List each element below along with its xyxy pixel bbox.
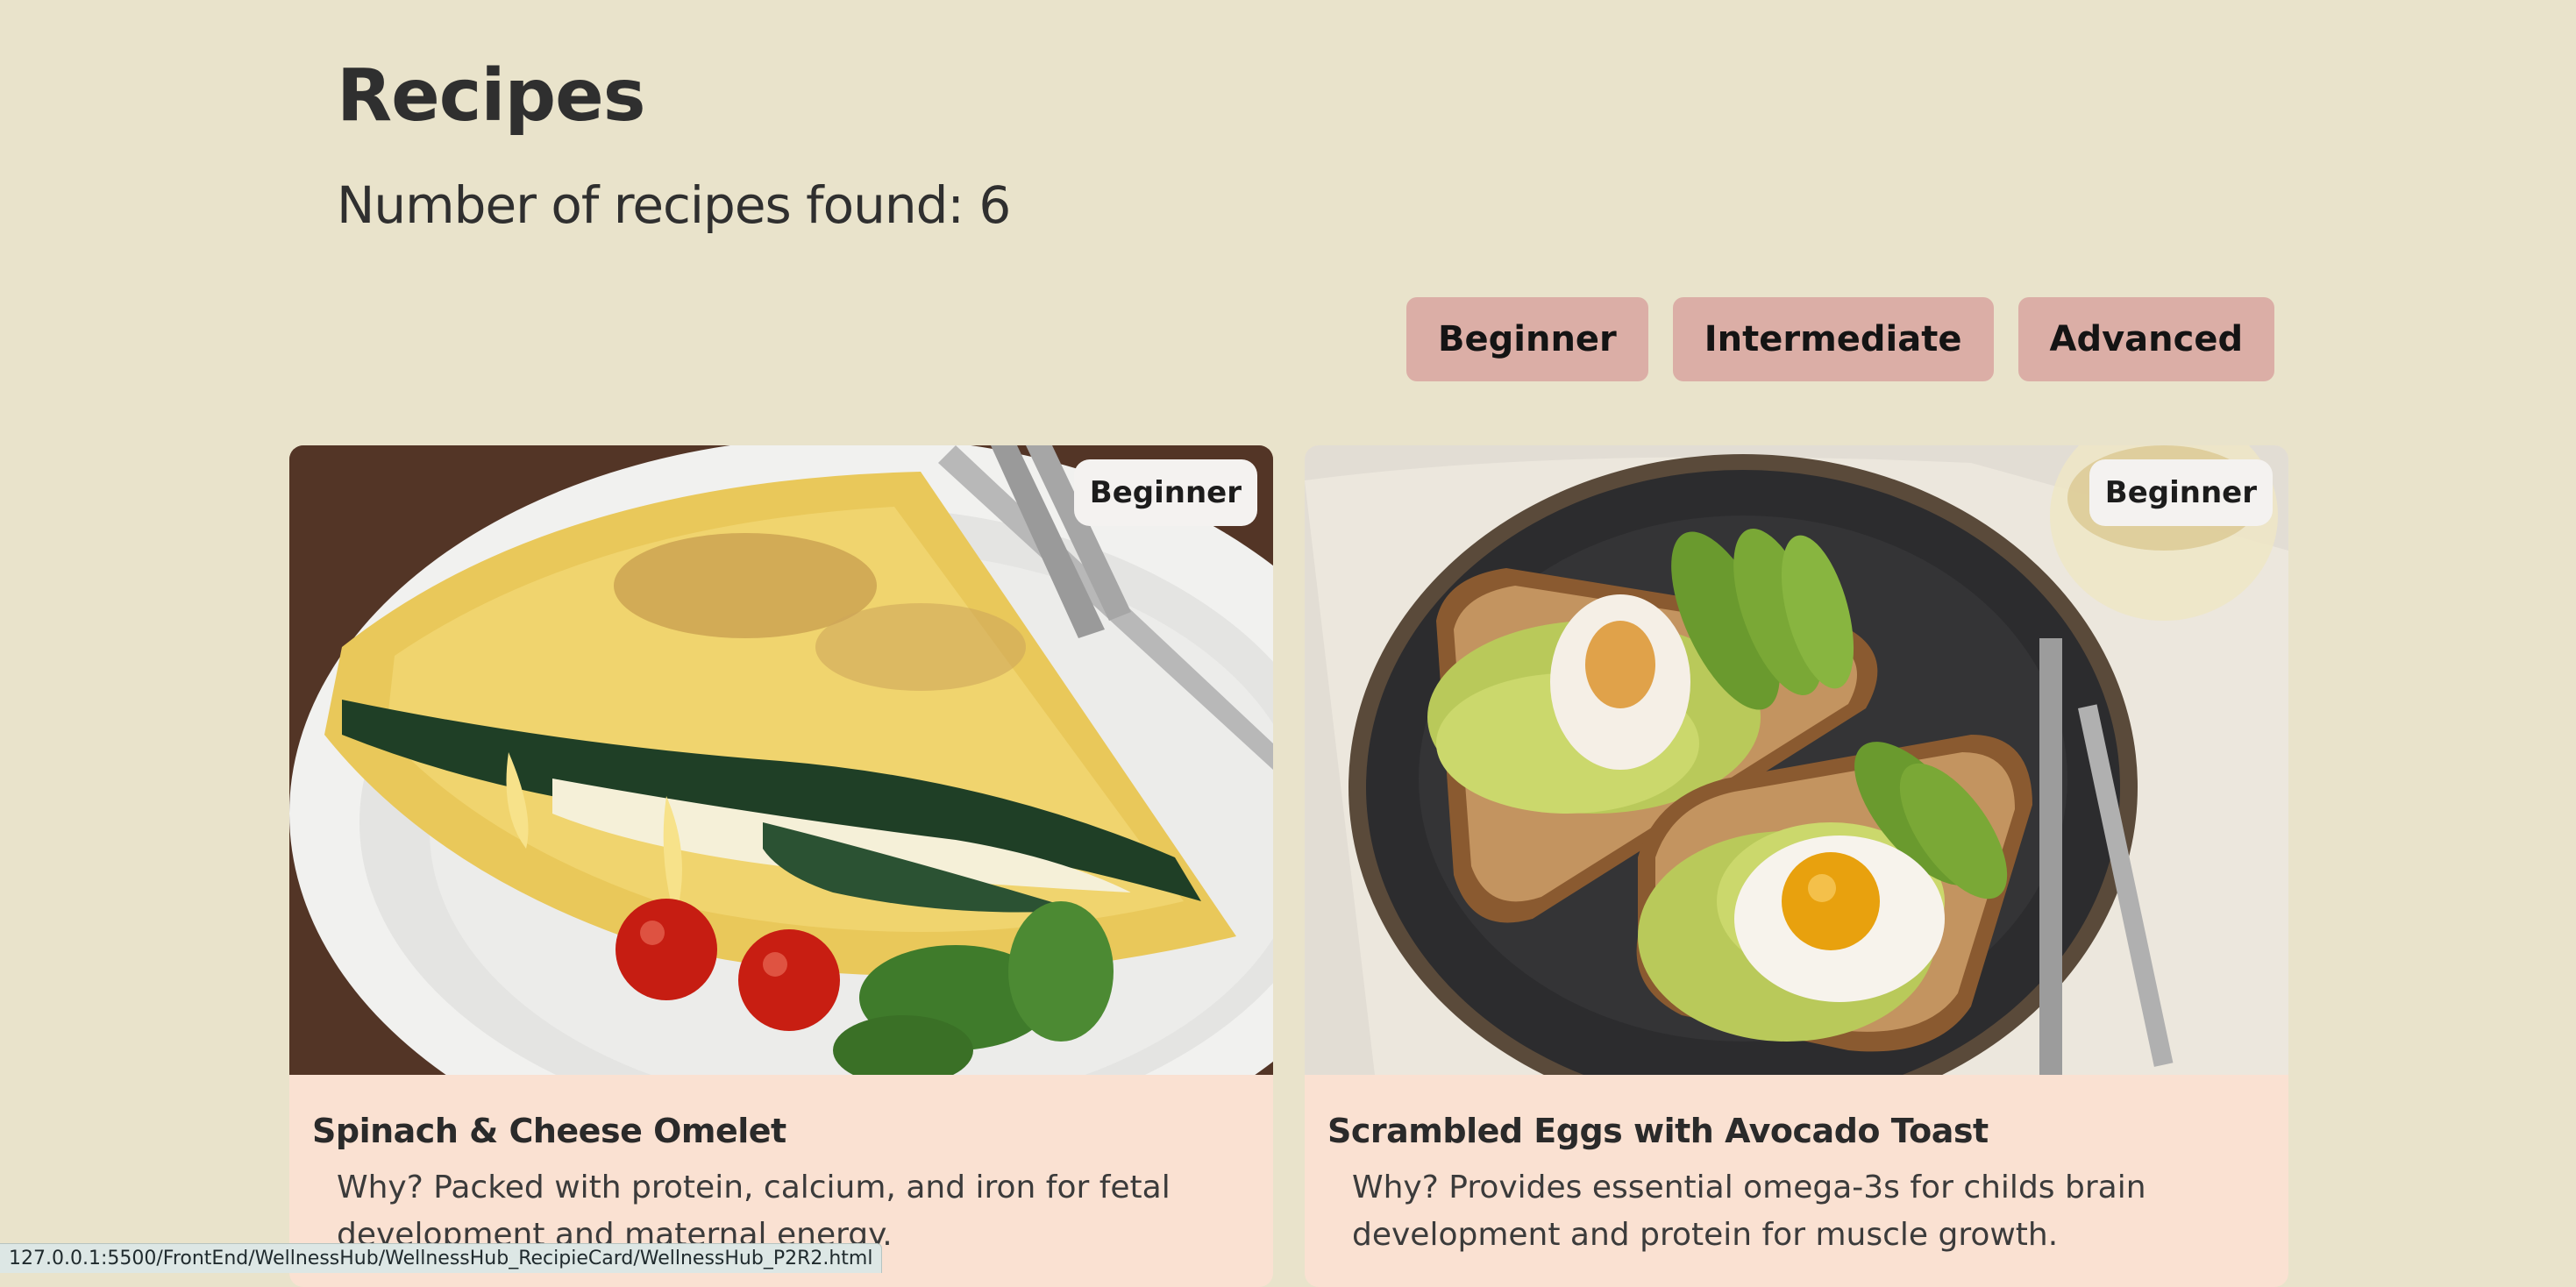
- avocado-toast-photo: Beginner: [1305, 445, 2288, 1075]
- recipe-card[interactable]: Beginner Scrambled Eggs with Avocado Toa…: [1305, 445, 2288, 1287]
- recipe-title[interactable]: Scrambled Eggs with Avocado Toast: [1327, 1112, 1989, 1150]
- filter-intermediate-button[interactable]: Intermediate: [1672, 297, 1994, 381]
- recipe-count: Number of recipes found: 6: [337, 175, 1011, 235]
- difficulty-badge: Beginner: [2089, 459, 2273, 526]
- omelet-photo: Beginner: [289, 445, 1273, 1075]
- page-title: Recipes: [337, 54, 646, 138]
- link-preview-status-bar: 127.0.0.1:5500/FrontEnd/WellnessHub/Well…: [0, 1243, 883, 1273]
- difficulty-filter-bar: Beginner Intermediate Advanced: [1406, 297, 2275, 381]
- recipe-description: Why? Provides essential omega-3s for chi…: [1352, 1170, 2146, 1253]
- recipe-title[interactable]: Spinach & Cheese Omelet: [312, 1112, 786, 1150]
- filter-advanced-button[interactable]: Advanced: [2017, 297, 2275, 381]
- filter-beginner-button[interactable]: Beginner: [1406, 297, 1648, 381]
- difficulty-badge: Beginner: [1073, 459, 1257, 526]
- recipe-card[interactable]: Beginner Spinach & Cheese Omelet Why? Pa…: [289, 445, 1273, 1287]
